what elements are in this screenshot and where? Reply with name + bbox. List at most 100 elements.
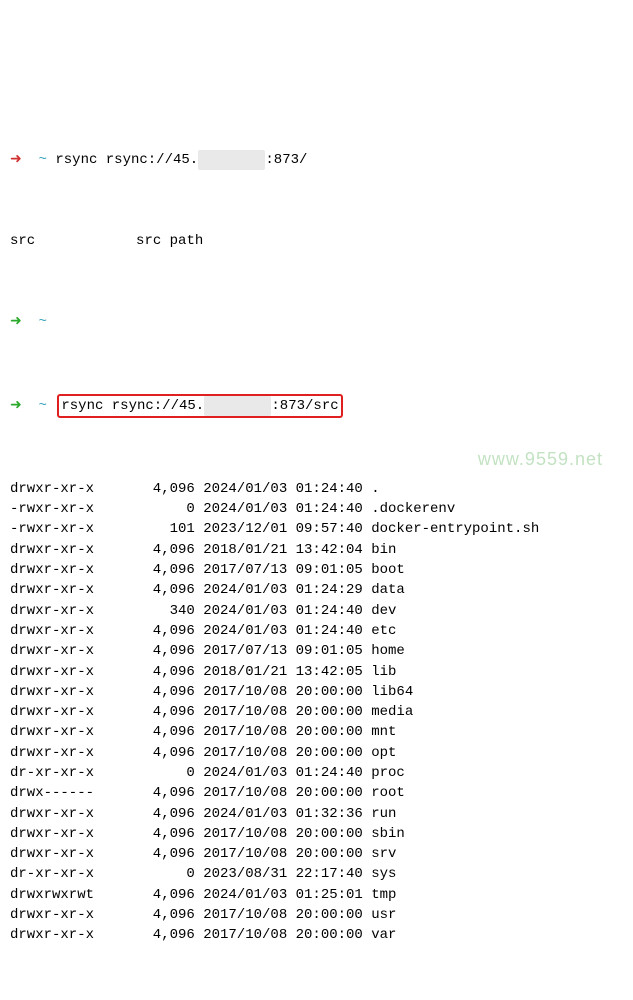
time: 20:00:00 <box>287 722 363 742</box>
rsync-module-header: src src path <box>10 231 623 251</box>
date: 2017/10/08 <box>195 844 287 864</box>
perm: drwxr-xr-x <box>10 804 94 824</box>
date: 2024/01/03 <box>195 885 287 905</box>
filename: sbin <box>363 824 405 844</box>
date: 2024/01/03 <box>195 479 287 499</box>
terminal[interactable]: ➜ ~ rsync rsync://45. :873/ src src path… <box>10 89 623 1000</box>
listing-row: drwxrwxrwt4,0962024/01/0301:25:01tmp <box>10 885 623 905</box>
filename: docker-entrypoint.sh <box>363 519 539 539</box>
size: 4,096 <box>94 580 195 600</box>
perm: drwxr-xr-x <box>10 621 94 641</box>
size: 0 <box>94 864 195 884</box>
date: 2017/10/08 <box>195 743 287 763</box>
perm: dr-xr-xr-x <box>10 864 94 884</box>
perm: drwxr-xr-x <box>10 844 94 864</box>
listing-row: drwxr-xr-x4,0962024/01/0301:32:36run <box>10 804 623 824</box>
date: 2017/10/08 <box>195 682 287 702</box>
size: 4,096 <box>94 702 195 722</box>
listing-row: drwxr-xr-x4,0962024/01/0301:24:29data <box>10 580 623 600</box>
date: 2017/07/13 <box>195 560 287 580</box>
date: 2024/01/03 <box>195 601 287 621</box>
listing-row: drwxr-xr-x4,0962017/10/0820:00:00usr <box>10 905 623 925</box>
size: 101 <box>94 519 195 539</box>
filename: home <box>363 641 405 661</box>
perm: drwxr-xr-x <box>10 743 94 763</box>
filename: data <box>363 580 405 600</box>
filename: media <box>363 702 413 722</box>
filename: tmp <box>363 885 397 905</box>
time: 09:57:40 <box>287 519 363 539</box>
size: 4,096 <box>94 662 195 682</box>
filename: sys <box>363 864 397 884</box>
highlighted-command: rsync rsync://45. 5:873/src <box>57 394 342 418</box>
listing-row: drwxr-xr-x4,0962024/01/0301:24:40. <box>10 479 623 499</box>
size: 4,096 <box>94 641 195 661</box>
listing-row: drwxr-xr-x4,0962018/01/2113:42:04bin <box>10 540 623 560</box>
size: 4,096 <box>94 560 195 580</box>
time: 01:24:40 <box>287 763 363 783</box>
perm: -rwxr-xr-x <box>10 499 94 519</box>
listing-row: drwxr-xr-x4,0962017/07/1309:01:05home <box>10 641 623 661</box>
perm: drwxr-xr-x <box>10 905 94 925</box>
date: 2018/01/21 <box>195 540 287 560</box>
listing-row: drwxr-xr-x4,0962017/07/1309:01:05boot <box>10 560 623 580</box>
listing-row: drwxr-xr-x4,0962017/10/0820:00:00srv <box>10 844 623 864</box>
filename: root <box>363 783 405 803</box>
time: 01:24:40 <box>287 479 363 499</box>
size: 4,096 <box>94 621 195 641</box>
date: 2024/01/03 <box>195 621 287 641</box>
perm: drwxr-xr-x <box>10 479 94 499</box>
size: 4,096 <box>94 540 195 560</box>
date: 2017/10/08 <box>195 905 287 925</box>
prompt-line-2: ➜ ~ <box>10 312 623 332</box>
filename: .dockerenv <box>363 499 455 519</box>
file-listing: drwxr-xr-x4,0962024/01/0301:24:40.-rwxr-… <box>10 479 623 946</box>
time: 01:24:40 <box>287 499 363 519</box>
time: 20:00:00 <box>287 844 363 864</box>
time: 01:32:36 <box>287 804 363 824</box>
perm: drwxr-xr-x <box>10 560 94 580</box>
listing-row: drwxr-xr-x4,0962018/01/2113:42:05lib <box>10 662 623 682</box>
size: 0 <box>94 499 195 519</box>
time: 20:00:00 <box>287 682 363 702</box>
date: 2017/10/08 <box>195 702 287 722</box>
size: 340 <box>94 601 195 621</box>
size: 4,096 <box>94 722 195 742</box>
listing-row: drwxr-xr-x4,0962017/10/0820:00:00mnt <box>10 722 623 742</box>
perm: drwxrwxrwt <box>10 885 94 905</box>
filename: opt <box>363 743 397 763</box>
size: 4,096 <box>94 682 195 702</box>
size: 4,096 <box>94 743 195 763</box>
filename: run <box>363 804 397 824</box>
perm: drwx------ <box>10 783 94 803</box>
date: 2024/01/03 <box>195 804 287 824</box>
date: 2017/10/08 <box>195 722 287 742</box>
date: 2017/10/08 <box>195 925 287 945</box>
filename: proc <box>363 763 405 783</box>
size: 4,096 <box>94 885 195 905</box>
date: 2023/12/01 <box>195 519 287 539</box>
filename: dev <box>363 601 397 621</box>
prompt-line-3: ➜ ~ rsync rsync://45. 5:873/src <box>10 394 623 418</box>
filename: lib <box>363 662 397 682</box>
filename: mnt <box>363 722 397 742</box>
filename: boot <box>363 560 405 580</box>
listing-row: drwxr-xr-x4,0962017/10/0820:00:00media <box>10 702 623 722</box>
time: 20:00:00 <box>287 824 363 844</box>
perm: drwxr-xr-x <box>10 540 94 560</box>
perm: drwxr-xr-x <box>10 702 94 722</box>
time: 01:25:01 <box>287 885 363 905</box>
size: 4,096 <box>94 479 195 499</box>
time: 20:00:00 <box>287 905 363 925</box>
time: 20:00:00 <box>287 743 363 763</box>
size: 4,096 <box>94 844 195 864</box>
filename: usr <box>363 905 397 925</box>
date: 2017/10/08 <box>195 783 287 803</box>
listing-row: dr-xr-xr-x02024/01/0301:24:40proc <box>10 763 623 783</box>
listing-row: drwxr-xr-x4,0962017/10/0820:00:00opt <box>10 743 623 763</box>
listing-row: -rwxr-xr-x1012023/12/0109:57:40docker-en… <box>10 519 623 539</box>
time: 01:24:40 <box>287 621 363 641</box>
time: 09:01:05 <box>287 641 363 661</box>
date: 2023/08/31 <box>195 864 287 884</box>
listing-row: drwxr-xr-x3402024/01/0301:24:40dev <box>10 601 623 621</box>
